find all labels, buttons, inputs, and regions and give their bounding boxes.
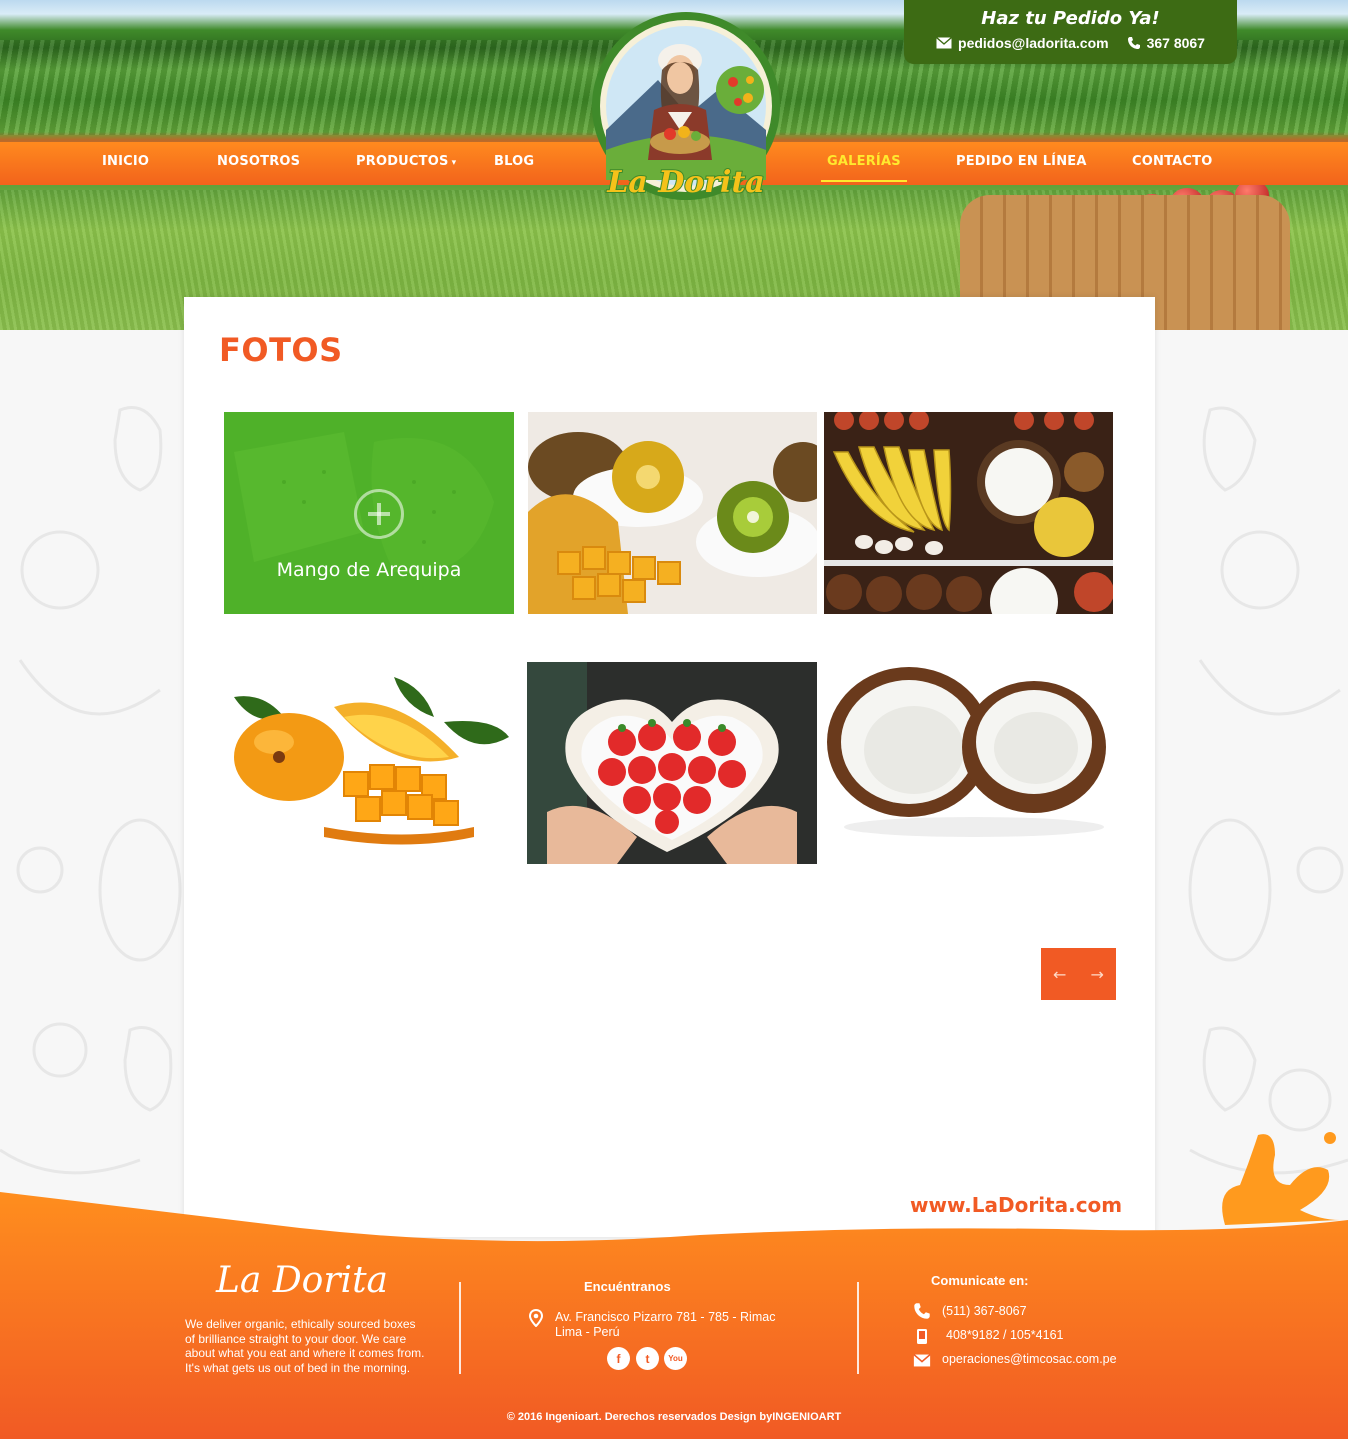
mango-photo bbox=[224, 657, 514, 859]
gallery-item-fruit-market[interactable] bbox=[824, 412, 1113, 614]
phone-icon bbox=[914, 1303, 930, 1319]
phone-icon bbox=[1127, 37, 1140, 49]
nav-contacto[interactable]: CONTACTO bbox=[1132, 154, 1212, 169]
order-email-link[interactable]: pedidos@ladorita.com bbox=[936, 35, 1109, 51]
gallery-item-mango-de-arequipa[interactable]: Mango de Arequipa bbox=[224, 412, 514, 614]
strawberries-photo bbox=[527, 662, 817, 864]
location-pin-icon bbox=[529, 1309, 543, 1327]
copyright: © 2016 Ingenioart. Derechos reservados D… bbox=[506, 1411, 842, 1423]
logo-text: La Dorita bbox=[606, 165, 765, 200]
gallery-pager: ← → bbox=[1041, 948, 1116, 1000]
mobile-icon bbox=[917, 1329, 927, 1344]
contact-phone[interactable]: (511) 367-8067 bbox=[942, 1304, 1027, 1319]
contact-email[interactable]: operaciones@timcosac.com.pe bbox=[942, 1352, 1117, 1367]
gallery-item-strawberries[interactable] bbox=[527, 662, 817, 864]
coconut-photo bbox=[824, 652, 1113, 854]
next-arrow-button[interactable]: → bbox=[1079, 948, 1117, 1000]
nav-productos-label: PRODUCTOS bbox=[356, 154, 449, 169]
site-url-link[interactable]: www.LaDorita.com bbox=[910, 1193, 1122, 1217]
footer-divider bbox=[459, 1282, 461, 1374]
find-us-heading: Encuéntranos bbox=[584, 1279, 671, 1294]
youtube-icon[interactable]: You bbox=[664, 1347, 687, 1370]
nav-galerias[interactable]: GALERÍAS bbox=[821, 154, 907, 182]
order-now-box: Haz tu Pedido Ya! pedidos@ladorita.com 3… bbox=[904, 0, 1237, 64]
prev-arrow-button[interactable]: ← bbox=[1041, 948, 1079, 1000]
fruit-market-photo bbox=[824, 412, 1113, 614]
page-title: FOTOS bbox=[219, 331, 343, 369]
gallery-card: FOTOS Mango de Arequipa ← → bbox=[184, 297, 1155, 1237]
order-email: pedidos@ladorita.com bbox=[958, 35, 1109, 51]
footer: La Dorita We deliver organic, ethically … bbox=[0, 1240, 1348, 1439]
gallery-item-coconut[interactable] bbox=[824, 652, 1113, 854]
caret-down-icon: ▾ bbox=[451, 158, 457, 168]
mail-icon bbox=[936, 37, 952, 49]
gallery-item-mango[interactable] bbox=[224, 657, 514, 859]
address-line-1: Av. Francisco Pizarro 781 - 785 - Rimac bbox=[555, 1310, 776, 1324]
order-phone-link[interactable]: 367 8067 bbox=[1127, 35, 1205, 51]
twitter-icon[interactable]: t bbox=[636, 1347, 659, 1370]
gallery-item-kiwi-and-mango[interactable] bbox=[528, 412, 817, 614]
footer-brand: La Dorita bbox=[216, 1260, 389, 1301]
footer-divider bbox=[857, 1282, 859, 1374]
nav-productos[interactable]: PRODUCTOS ▾ bbox=[356, 154, 456, 169]
plus-icon[interactable] bbox=[354, 489, 404, 539]
nav-inicio[interactable]: INICIO bbox=[102, 154, 149, 169]
contact-mobile[interactable]: 408*9182 / 105*4161 bbox=[946, 1328, 1063, 1343]
address-line-2: Lima - Perú bbox=[555, 1325, 620, 1339]
footer-description: We deliver organic, ethically sourced bo… bbox=[185, 1317, 425, 1375]
order-title: Haz tu Pedido Ya! bbox=[981, 8, 1160, 29]
nav-nosotros[interactable]: NOSOTROS bbox=[217, 154, 300, 169]
gallery-item-caption: Mango de Arequipa bbox=[276, 559, 462, 581]
nav-blog[interactable]: BLOG bbox=[494, 154, 534, 169]
order-phone: 367 8067 bbox=[1146, 35, 1205, 51]
mail-icon bbox=[913, 1354, 931, 1367]
nav-pedido-en-linea[interactable]: PEDIDO EN LÍNEA bbox=[956, 154, 1087, 169]
facebook-icon[interactable]: f bbox=[607, 1347, 630, 1370]
kiwi-mango-photo bbox=[528, 412, 817, 614]
la-dorita-logo[interactable]: La Dorita bbox=[588, 10, 784, 206]
contact-heading: Comunicate en: bbox=[931, 1273, 1029, 1288]
